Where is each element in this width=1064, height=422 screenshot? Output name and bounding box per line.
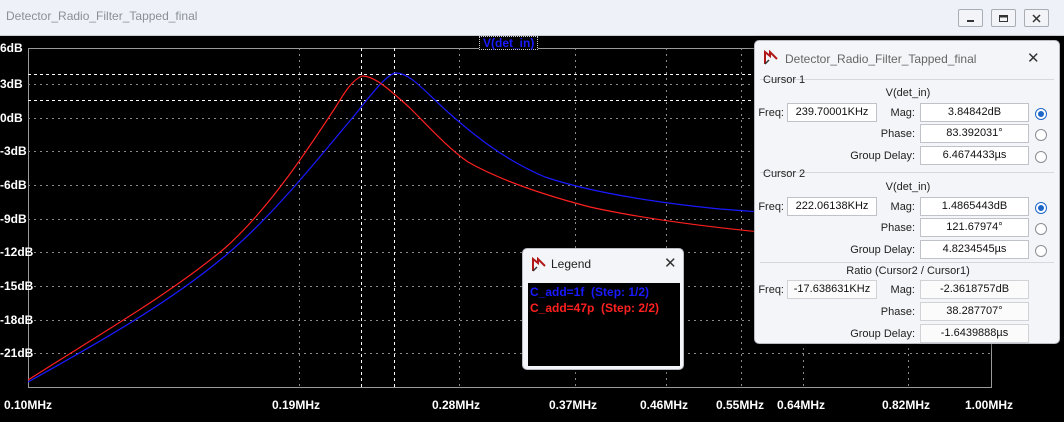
- ratio-phase-field: 38.287707°: [920, 302, 1029, 321]
- x-tick-label: 0.10MHz: [4, 398, 53, 412]
- freq-label: Freq:: [758, 107, 784, 119]
- legend-content: C_add=1f (Step: 1/2) C_add=47p (Step: 2/…: [528, 283, 680, 366]
- x-tick-label: 0.37MHz: [549, 398, 598, 412]
- window-title: Detector_Radio_Filter_Tapped_final: [6, 9, 198, 23]
- freq-label: Freq:: [758, 201, 784, 213]
- ratio-gd-field: -1.6439888µs: [920, 324, 1029, 343]
- cursor2-section-label: Cursor 2: [763, 168, 806, 180]
- y-tick-label: -3dB: [0, 144, 27, 158]
- dialog-close-icon[interactable]: ✕: [1027, 49, 1040, 67]
- ratio-divider: [760, 262, 1054, 263]
- cursor1-gd-radio[interactable]: [1035, 151, 1047, 163]
- legend-entry: C_add=47p (Step: 2/2): [530, 301, 660, 315]
- y-tick-label: 0dB: [0, 111, 23, 125]
- y-tick-label: -18dB: [0, 313, 34, 327]
- y-tick-label: -9dB: [0, 212, 27, 226]
- y-tick-label: -15dB: [0, 279, 34, 293]
- ratio-section-label: Ratio (Cursor2 / Cursor1): [846, 265, 970, 277]
- cursor2-trace: V(det_in): [885, 181, 931, 193]
- x-tick-label: 0.19MHz: [272, 398, 321, 412]
- close-button[interactable]: [1024, 9, 1049, 27]
- minimize-button[interactable]: [958, 9, 983, 27]
- close-icon: [1032, 13, 1041, 23]
- cursor1-mag-field[interactable]: 3.84842dB: [920, 103, 1029, 122]
- y-tick-label: 3dB: [0, 77, 23, 91]
- trace-label[interactable]: V(det_in): [479, 36, 539, 50]
- legend-window[interactable]: Legend ✕ C_add=1f (Step: 1/2) C_add=47p …: [522, 248, 684, 370]
- phase-label: Phase:: [880, 306, 915, 318]
- restore-icon: [999, 14, 1008, 22]
- cursor2-gd-field[interactable]: 4.8234545µs: [920, 240, 1029, 259]
- x-tick-label: 0.82MHz: [882, 398, 931, 412]
- cursor1-mag-radio[interactable]: [1035, 108, 1047, 120]
- probe-icon: [532, 257, 546, 272]
- x-tick-label: 0.28MHz: [432, 398, 481, 412]
- x-tick-label: 0.46MHz: [640, 398, 689, 412]
- group-delay-label: Group Delay:: [850, 244, 915, 256]
- x-tick-label: 1.00MHz: [965, 398, 1014, 412]
- y-tick-label: -6dB: [0, 178, 27, 192]
- legend-title: Legend: [551, 257, 592, 271]
- cursor1-gd-field[interactable]: 6.4674433µs: [920, 146, 1029, 165]
- phase-label: Phase:: [880, 128, 915, 140]
- cursor2-phase-radio[interactable]: [1035, 223, 1047, 235]
- cursor1-phase-field[interactable]: 83.392031°: [920, 124, 1029, 143]
- mag-label: Mag:: [890, 107, 915, 119]
- restore-button[interactable]: [991, 9, 1016, 27]
- y-tick-label: -21dB: [0, 346, 34, 360]
- legend-close-icon[interactable]: ✕: [664, 254, 677, 272]
- freq-label: Freq:: [758, 284, 784, 296]
- cursor1-trace: V(det_in): [885, 87, 931, 99]
- x-tick-label: 0.64MHz: [777, 398, 826, 412]
- cursor1-phase-radio[interactable]: [1035, 129, 1047, 141]
- cursor1-section-label: Cursor 1: [763, 74, 806, 86]
- mag-label: Mag:: [890, 201, 915, 213]
- cursor2-gd-radio[interactable]: [1035, 245, 1047, 257]
- probe-icon: [764, 50, 778, 65]
- cursor2-mag-radio[interactable]: [1035, 202, 1047, 214]
- window-titlebar: Detector_Radio_Filter_Tapped_final: [0, 0, 1064, 36]
- y-tick-label: -12dB: [0, 245, 34, 259]
- ratio-mag-field: -2.3618757dB: [920, 280, 1029, 299]
- phase-label: Phase:: [880, 222, 915, 234]
- cursor2-phase-field[interactable]: 121.67974°: [920, 218, 1029, 237]
- legend-entry: C_add=1f (Step: 1/2): [530, 285, 650, 299]
- mag-label: Mag:: [890, 284, 915, 296]
- minimize-icon: [967, 19, 974, 22]
- dialog-title: Detector_Radio_Filter_Tapped_final: [785, 52, 977, 66]
- y-tick-label: 6dB: [0, 41, 23, 55]
- x-tick-label: 0.55MHz: [716, 398, 765, 412]
- group-delay-label: Group Delay:: [850, 328, 915, 340]
- cursor-dialog[interactable]: Detector_Radio_Filter_Tapped_final ✕ Cur…: [754, 40, 1060, 344]
- cursor2-mag-field[interactable]: 1.4865443dB: [920, 197, 1029, 216]
- group-delay-label: Group Delay:: [850, 150, 915, 162]
